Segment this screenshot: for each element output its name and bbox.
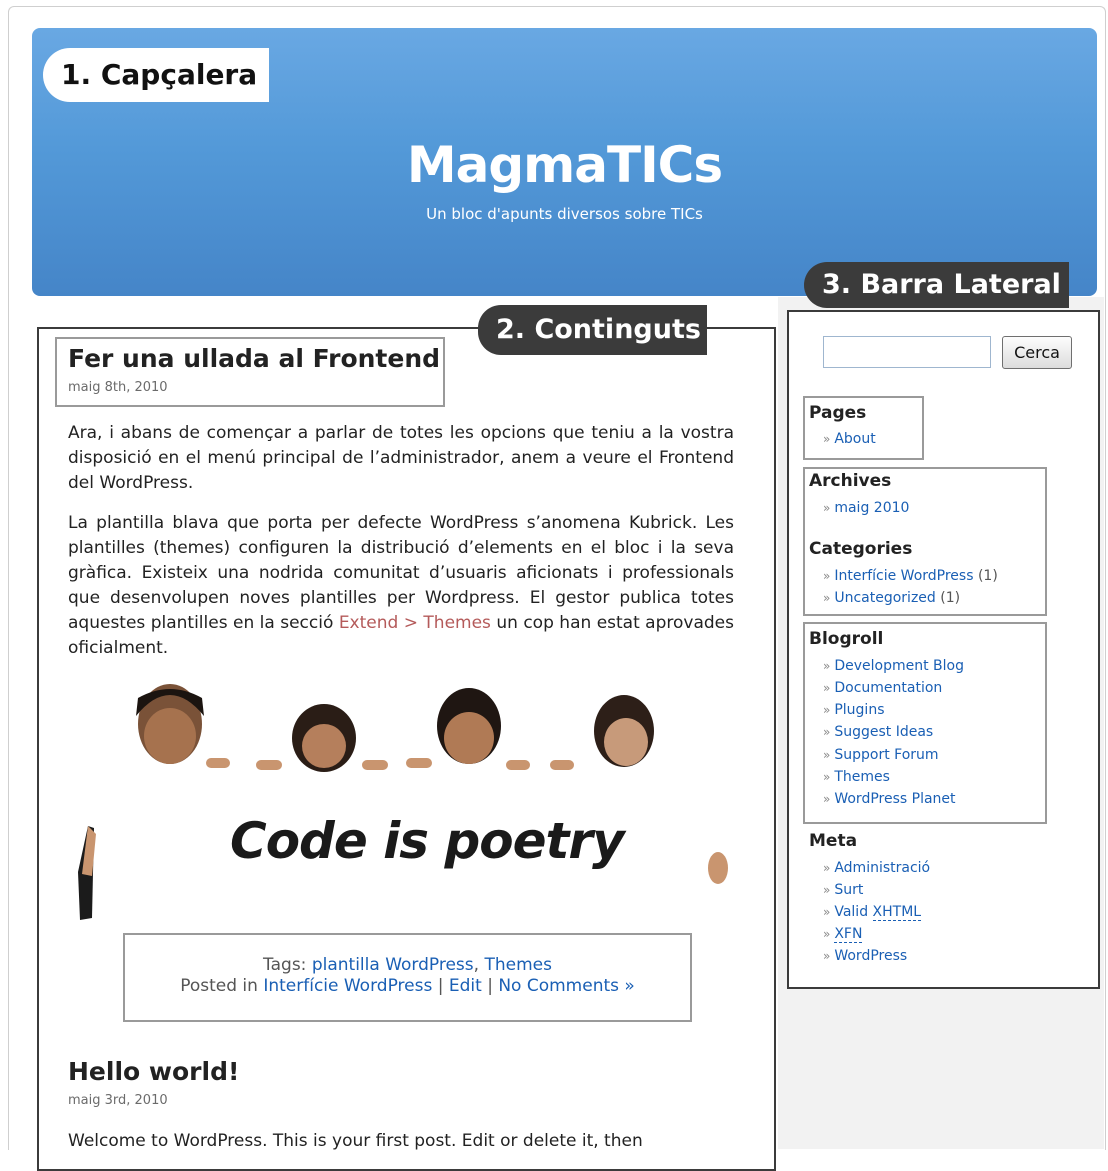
annotation-content-label: 2. Continguts	[478, 305, 707, 355]
blogroll-item[interactable]: » Development Blog	[823, 655, 964, 677]
blogroll-item[interactable]: » Support Forum	[823, 744, 939, 766]
blogroll-link[interactable]: Documentation	[834, 680, 942, 696]
sidebar-link[interactable]: Interfície WordPress	[834, 568, 973, 584]
blogroll-link[interactable]: WordPress Planet	[834, 791, 955, 807]
categories-heading: Categories	[809, 539, 913, 559]
post-title[interactable]: Hello world!	[68, 1057, 239, 1086]
meta-heading: Meta	[809, 831, 858, 851]
bullet-icon: »	[823, 927, 831, 941]
bullet-icon: »	[823, 659, 831, 673]
post-count: (1)	[940, 590, 961, 606]
sidebar-item-about[interactable]: » About	[823, 428, 876, 450]
post-title[interactable]: Fer una ullada al Frontend	[68, 344, 440, 373]
person-face-icon	[292, 704, 356, 772]
bullet-icon: »	[823, 681, 831, 695]
bullet-icon: »	[823, 792, 831, 806]
code-is-poetry-image	[78, 684, 728, 920]
bullet-icon: »	[823, 591, 831, 605]
post-paragraph: Welcome to WordPress. This is your first…	[68, 1131, 643, 1151]
bullet-icon: »	[823, 949, 831, 963]
meta-link-abbr: XFN	[834, 926, 863, 943]
blogroll-link[interactable]: Plugins	[834, 702, 884, 718]
post-date: maig 8th, 2010	[68, 380, 168, 395]
right-hand-icon	[708, 852, 728, 884]
bullet-icon: »	[823, 432, 831, 446]
meta-link-text: Valid	[834, 904, 873, 920]
tag-link[interactable]: Themes	[484, 955, 552, 975]
post-paragraph: Ara, i abans de començar a parlar de tot…	[68, 423, 734, 493]
hands-icon	[206, 758, 574, 770]
posted-in-label: Posted in	[180, 976, 258, 996]
tag-separator: ,	[473, 955, 480, 975]
edit-link[interactable]: Edit	[449, 976, 482, 996]
blogroll-item[interactable]: » Documentation	[823, 677, 942, 699]
bullet-icon: »	[823, 501, 831, 515]
bullet-icon: »	[823, 725, 831, 739]
blogroll-item[interactable]: » Suggest Ideas	[823, 721, 933, 743]
meta-link[interactable]: Administració	[834, 860, 930, 876]
blogroll-link[interactable]: Suggest Ideas	[834, 724, 933, 740]
bullet-icon: »	[823, 748, 831, 762]
sidebar-item-archive[interactable]: » maig 2010	[823, 497, 909, 519]
meta-separator: |	[487, 976, 493, 996]
blogroll-heading: Blogroll	[809, 629, 884, 649]
person-face-icon	[437, 688, 501, 764]
post-paragraph: La plantilla blava que porta per defecte…	[68, 511, 734, 661]
sidebar-link[interactable]: maig 2010	[834, 500, 909, 516]
archives-heading: Archives	[809, 471, 892, 491]
blogroll-item[interactable]: » Themes	[823, 766, 890, 788]
meta-link[interactable]: Surt	[834, 882, 863, 898]
meta-item[interactable]: » XFN	[823, 923, 863, 945]
tags-label: Tags:	[263, 955, 307, 975]
bullet-icon: »	[823, 861, 831, 875]
blogroll-link[interactable]: Support Forum	[834, 747, 938, 763]
meta-link-abbr: XHTML	[872, 904, 922, 921]
person-face-icon	[594, 695, 654, 767]
post-meta-box: Tags: plantilla WordPress, Themes Posted…	[123, 933, 692, 1022]
meta-item[interactable]: » Valid XHTML	[823, 901, 922, 923]
post-count: (1)	[977, 568, 998, 584]
sidebar-link[interactable]: Uncategorized	[834, 590, 935, 606]
blogroll-link[interactable]: Development Blog	[834, 658, 964, 674]
blogroll-item[interactable]: » WordPress Planet	[823, 788, 956, 810]
sidebar-item-category[interactable]: » Interfície WordPress (1)	[823, 565, 998, 587]
meta-item[interactable]: » WordPress	[823, 945, 907, 967]
search-button[interactable]: Cerca	[1002, 336, 1072, 369]
post-date: maig 3rd, 2010	[68, 1093, 168, 1108]
sidebar-link[interactable]: About	[834, 431, 875, 447]
meta-item[interactable]: » Surt	[823, 879, 863, 901]
meta-link[interactable]: XFN	[834, 926, 863, 943]
meta-item[interactable]: » Administració	[823, 857, 930, 879]
search-input[interactable]	[823, 336, 991, 368]
blogroll-item[interactable]: » Plugins	[823, 699, 885, 721]
bullet-icon: »	[823, 703, 831, 717]
annotation-sidebar-label: 3. Barra Lateral	[804, 262, 1069, 308]
tag-link[interactable]: plantilla WordPress	[312, 955, 474, 975]
category-link[interactable]: Interfície WordPress	[263, 976, 432, 996]
image-caption-text: Code is poetry	[230, 812, 625, 870]
meta-link[interactable]: Valid XHTML	[834, 904, 922, 921]
annotation-header-label: 1. Capçalera	[43, 48, 270, 102]
pages-heading: Pages	[809, 403, 867, 423]
meta-separator: |	[437, 976, 444, 996]
extend-themes-link[interactable]: Extend > Themes	[339, 613, 491, 633]
sidebar-item-category[interactable]: » Uncategorized (1)	[823, 587, 960, 609]
bullet-icon: »	[823, 770, 831, 784]
blog-title[interactable]: MagmaTICs	[32, 136, 1097, 194]
meta-link[interactable]: WordPress	[834, 948, 907, 964]
bullet-icon: »	[823, 569, 831, 583]
bullet-icon: »	[823, 883, 831, 897]
blog-tagline: Un bloc d'apunts diversos sobre TICs	[426, 205, 703, 223]
bullet-icon: »	[823, 905, 831, 919]
comments-link[interactable]: No Comments »	[498, 976, 634, 996]
blogroll-link[interactable]: Themes	[834, 769, 890, 785]
person-face-icon	[136, 684, 204, 764]
